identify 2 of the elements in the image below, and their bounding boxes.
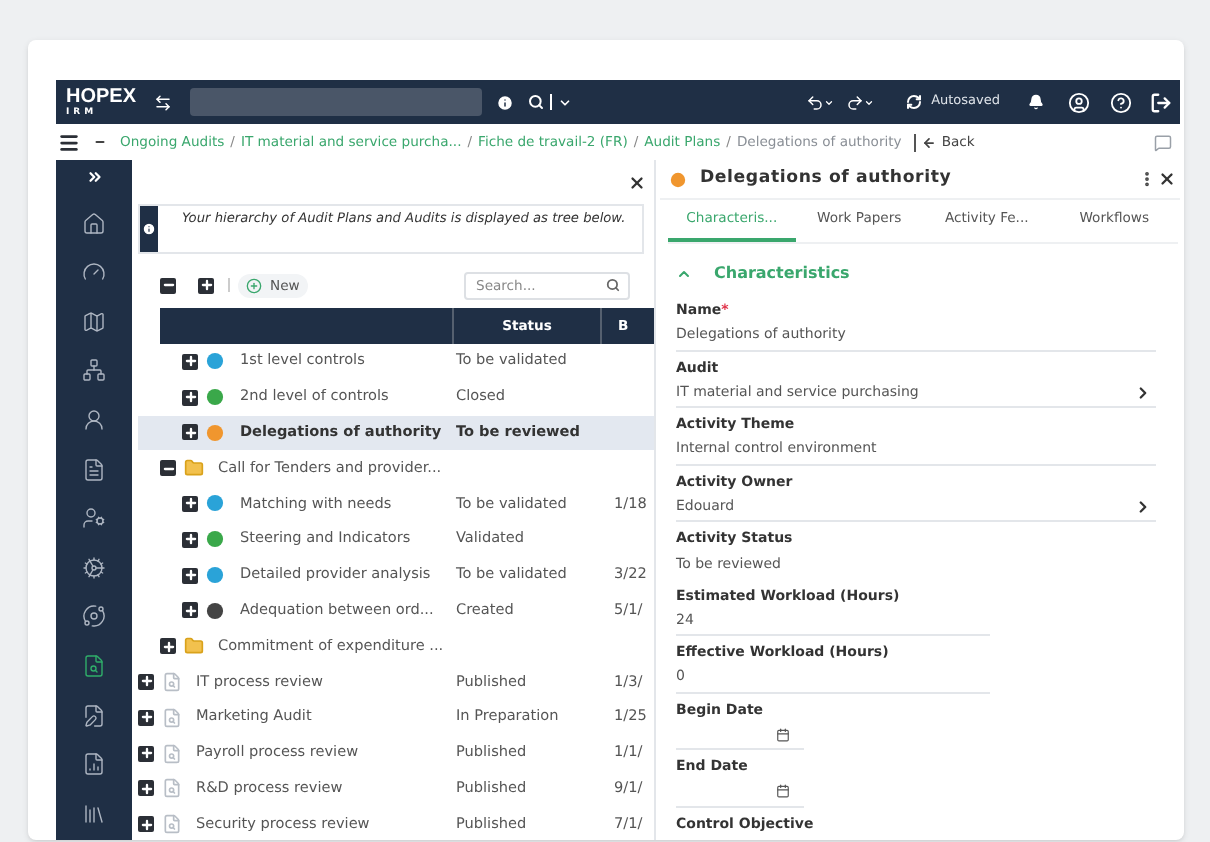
panel-title: Delegations of authority	[700, 166, 952, 192]
logo-text: HOPEX	[66, 85, 137, 107]
